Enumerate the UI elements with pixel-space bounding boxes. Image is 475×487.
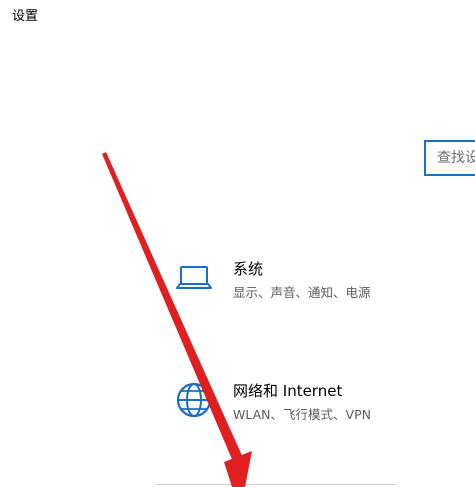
search-box[interactable] bbox=[424, 140, 475, 176]
settings-tile-title: 系统 bbox=[233, 260, 264, 278]
laptop-icon bbox=[174, 258, 214, 298]
divider bbox=[156, 484, 396, 485]
settings-tile-title: 网络和 Internet bbox=[233, 382, 343, 400]
window-title: 设置 bbox=[12, 9, 39, 24]
search-input[interactable] bbox=[437, 150, 475, 166]
globe-icon bbox=[174, 380, 214, 420]
settings-tile-network[interactable]: 网络和 Internet WLAN、飞行模式、VPN bbox=[170, 376, 430, 436]
settings-tile-system[interactable]: 系统 显示、声音、通知、电源 bbox=[170, 254, 430, 314]
settings-window: 设置 系统 显示、声音、通知、电源 网络和 Internet WLAN、飞行模式… bbox=[0, 0, 475, 487]
settings-tile-subtitle: WLAN、飞行模式、VPN bbox=[233, 407, 371, 422]
settings-tile-subtitle: 显示、声音、通知、电源 bbox=[233, 285, 371, 300]
